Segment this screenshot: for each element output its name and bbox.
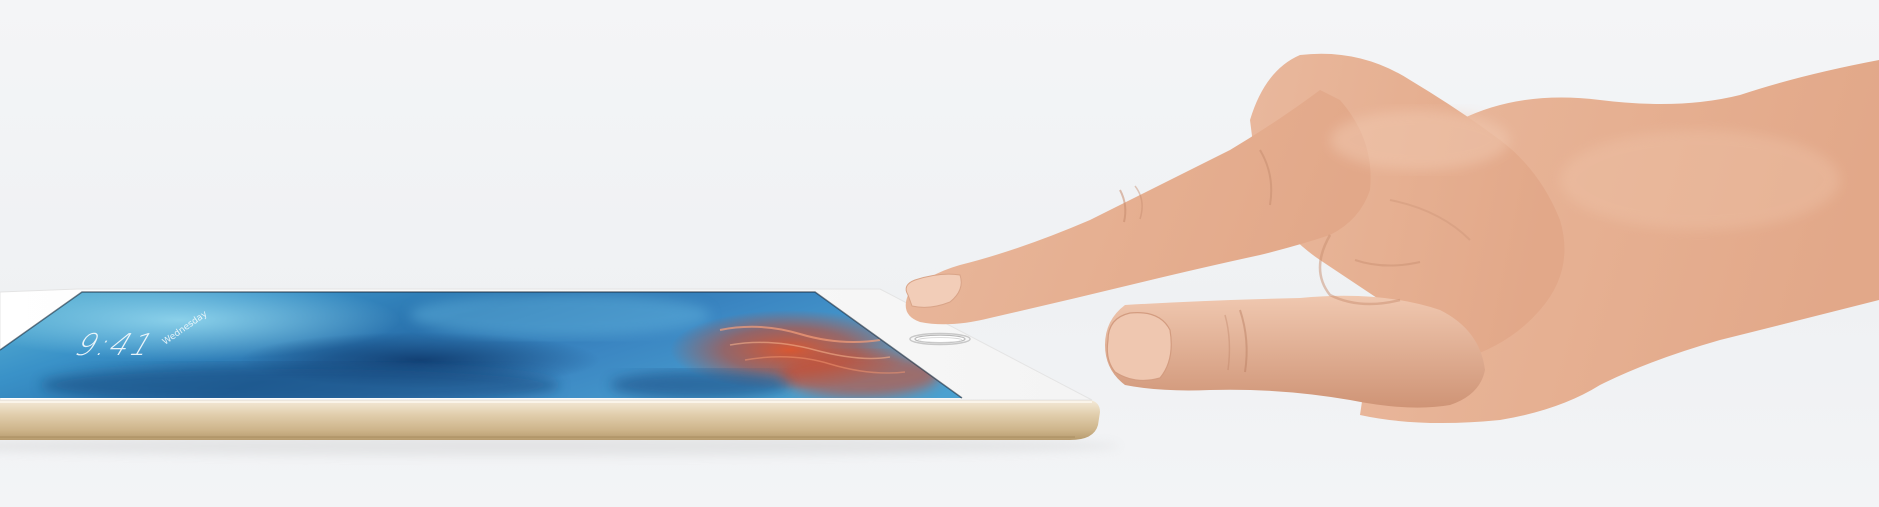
hand-pointing-icon bbox=[905, 53, 1879, 424]
home-button-icon[interactable] bbox=[909, 332, 971, 346]
product-hero: 9:41 Wednesday bbox=[0, 0, 1879, 507]
hero-illustration: 9:41 Wednesday bbox=[0, 53, 1879, 456]
